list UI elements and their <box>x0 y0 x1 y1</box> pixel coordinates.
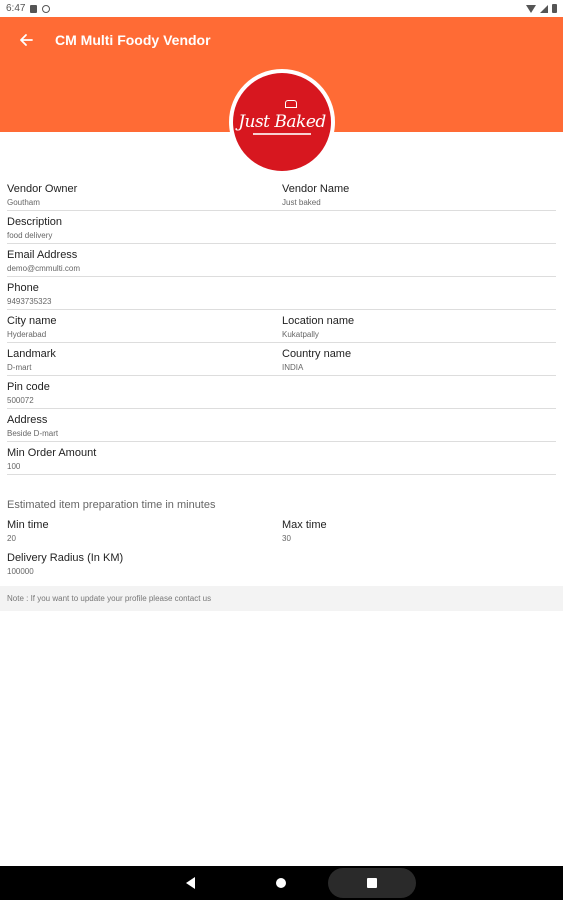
cake-icon <box>285 100 297 108</box>
field-label: Vendor Name <box>282 183 350 195</box>
field-label: Delivery Radius (In KM) <box>7 552 124 564</box>
field-label: Max time <box>282 519 327 531</box>
vendor-logo: Just Baked <box>229 69 335 175</box>
field-label: Email Address <box>7 249 78 261</box>
logo-badge: Just Baked <box>233 73 331 171</box>
delivery-radius-field: Delivery Radius (In KM) 100000 <box>7 552 123 577</box>
field-value: Hyderabad <box>7 330 47 339</box>
sd-card-icon <box>30 4 38 13</box>
field-value: 9493735323 <box>7 297 52 306</box>
vendor-name-field: Vendor Name Just baked <box>282 183 349 208</box>
field-label: Description <box>7 216 63 228</box>
vendor-details: Vendor Owner Goutham Vendor Name Just ba… <box>0 178 563 475</box>
landmark-field: Landmark D-mart <box>7 348 56 373</box>
detail-row: Delivery Radius (In KM) 100000 <box>7 547 556 580</box>
field-label: City name <box>7 315 57 327</box>
detail-row: Min Order Amount 100 <box>7 442 556 475</box>
nav-recents-button[interactable] <box>328 868 416 898</box>
field-label: Phone <box>7 282 39 294</box>
max-time-field: Max time 30 <box>282 519 327 544</box>
field-value: Goutham <box>7 198 40 207</box>
detail-row: Description food delivery <box>7 211 556 244</box>
phone-field: Phone 9493735323 <box>7 282 52 307</box>
nav-back-icon[interactable] <box>186 877 195 889</box>
field-label: Landmark <box>7 348 56 360</box>
field-value: D-mart <box>7 363 32 372</box>
pin-code-field: Pin code 500072 <box>7 381 50 406</box>
field-value: demo@cmmulti.com <box>7 264 81 273</box>
detail-row: Email Address demo@cmmulti.com <box>7 244 556 277</box>
detail-row: Min time 20 Max time 30 <box>7 514 556 547</box>
field-value: 30 <box>282 534 291 543</box>
prep-time-heading: Estimated item preparation time in minut… <box>7 499 216 511</box>
sync-icon <box>42 4 51 13</box>
city-field: City name Hyderabad <box>7 315 57 340</box>
field-value: food delivery <box>7 231 53 240</box>
field-label: Pin code <box>7 381 50 393</box>
status-time: 6:47 <box>6 3 26 14</box>
field-value: Beside D-mart <box>7 429 59 438</box>
description-field: Description food delivery <box>7 216 62 241</box>
field-label: Address <box>7 414 48 426</box>
country-field: Country name INDIA <box>282 348 351 373</box>
note-text: Note : If you want to update your profil… <box>7 594 212 603</box>
wifi-icon <box>526 4 536 13</box>
field-label: Country name <box>282 348 352 360</box>
detail-row: Phone 9493735323 <box>7 277 556 310</box>
battery-icon <box>552 4 557 13</box>
detail-row: Vendor Owner Goutham Vendor Name Just ba… <box>7 178 556 211</box>
detail-row: Pin code 500072 <box>7 376 556 409</box>
field-value: Just baked <box>282 198 321 207</box>
logo-tagline-line <box>253 133 311 135</box>
recents-icon <box>367 878 377 888</box>
field-value: 100 <box>7 462 21 471</box>
signal-icon <box>540 4 548 13</box>
min-time-field: Min time 20 <box>7 519 49 544</box>
field-label: Min Order Amount <box>7 447 97 459</box>
logo-text: Just Baked <box>238 112 326 132</box>
field-label: Vendor Owner <box>7 183 78 195</box>
page-title: CM Multi Foody Vendor <box>55 32 211 48</box>
system-nav-bar <box>0 866 563 900</box>
field-value: 20 <box>7 534 16 543</box>
nav-home-icon[interactable] <box>276 878 286 888</box>
contact-note: Note : If you want to update your profil… <box>0 586 563 611</box>
field-value: Kukatpally <box>282 330 319 339</box>
detail-row: Landmark D-mart Country name INDIA <box>7 343 556 376</box>
status-bar: 6:47 <box>0 0 563 17</box>
address-field: Address Beside D-mart <box>7 414 58 439</box>
min-order-field: Min Order Amount 100 <box>7 447 96 472</box>
prep-details: Min time 20 Max time 30 Delivery Radius … <box>0 514 563 580</box>
vendor-owner-field: Vendor Owner Goutham <box>7 183 77 208</box>
field-value: 100000 <box>7 567 34 576</box>
arrow-left-icon <box>20 34 33 46</box>
field-value: INDIA <box>282 363 304 372</box>
back-button[interactable] <box>14 28 38 52</box>
app-bar: CM Multi Foody Vendor <box>0 17 563 63</box>
location-field: Location name Kukatpally <box>282 315 354 340</box>
field-label: Min time <box>7 519 49 531</box>
detail-row: Address Beside D-mart <box>7 409 556 442</box>
detail-row: City name Hyderabad Location name Kukatp… <box>7 310 556 343</box>
email-field: Email Address demo@cmmulti.com <box>7 249 80 274</box>
field-label: Location name <box>282 315 355 327</box>
field-value: 500072 <box>7 396 34 405</box>
